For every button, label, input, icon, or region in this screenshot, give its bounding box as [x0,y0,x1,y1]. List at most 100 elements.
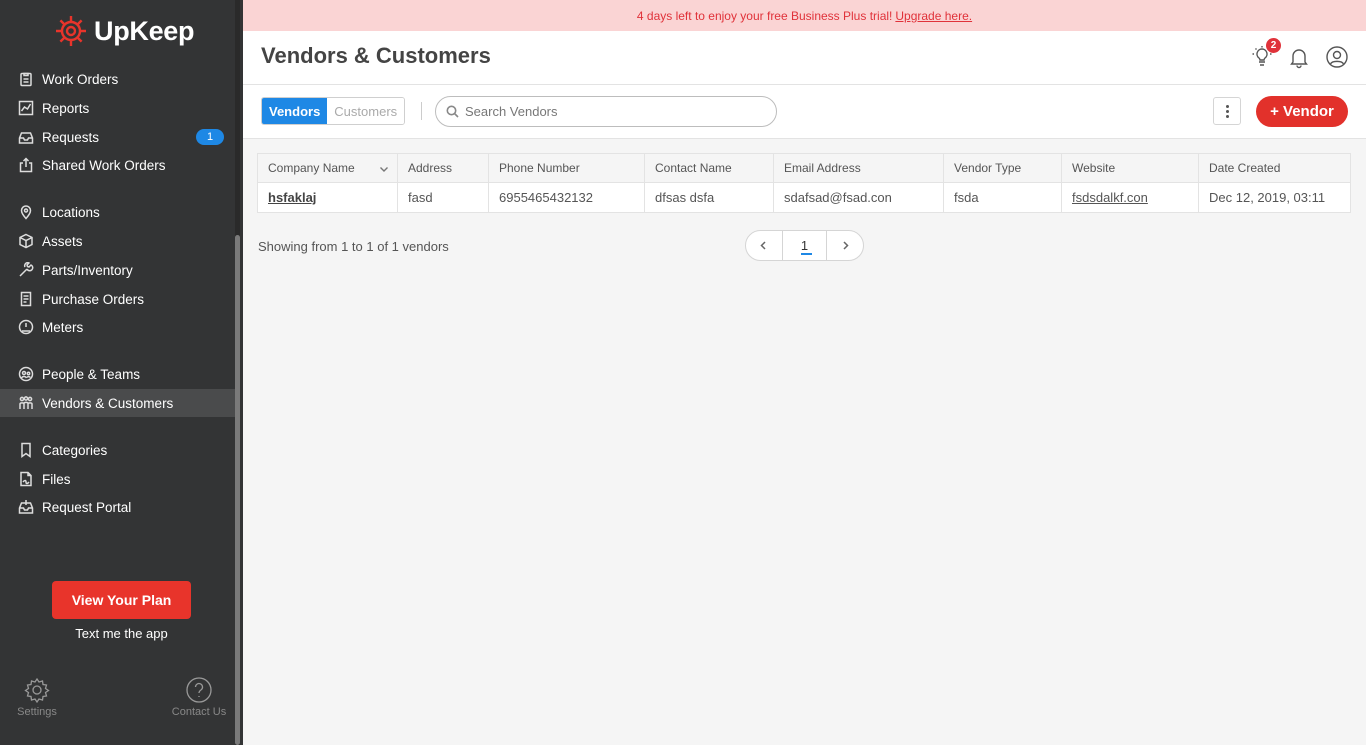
sidebar-item-locations[interactable]: Locations [0,198,240,226]
location-pin-icon [17,203,35,221]
tab-customers[interactable]: Customers [327,98,405,124]
column-header-email-address[interactable]: Email Address [774,154,944,182]
sidebar-item-label: Assets [42,233,83,249]
more-options-button[interactable] [1213,97,1241,125]
column-header-date-created[interactable]: Date Created [1199,154,1350,182]
logo-text: UpKeep [94,15,195,46]
page-header: Vendors & Customers 2 [243,31,1366,85]
tab-vendors[interactable]: Vendors [262,98,328,124]
cell-website[interactable]: fsdsdalkf.con [1062,183,1199,212]
sidebar-item-meters[interactable]: Meters [0,313,240,341]
share-icon [17,156,35,174]
cube-icon [17,232,35,250]
kebab-dot [1225,109,1229,113]
sidebar-item-purchase-orders[interactable]: Purchase Orders [0,285,240,313]
sidebar-item-request-portal[interactable]: Request Portal [0,493,240,521]
sidebar-item-reports[interactable]: Reports [0,94,240,122]
contact-us-button[interactable]: Contact Us [169,676,229,718]
sidebar-scrollbar[interactable] [235,0,240,745]
sidebar: UpKeep Work Orders Reports Requests 1 Sh… [0,0,243,745]
sidebar-item-people-teams[interactable]: People & Teams [0,360,240,388]
search-icon [446,105,459,118]
view-plan-button[interactable]: View Your Plan [52,581,191,619]
vendor-customer-toggle: Vendors Customers [261,97,406,125]
document-icon [17,290,35,308]
chart-icon [17,99,35,117]
sidebar-item-label: Vendors & Customers [42,395,174,411]
chevron-right-icon [843,241,849,250]
sidebar-item-label: Purchase Orders [42,291,145,307]
pagination: 1 [745,230,864,261]
cell-vendor-type: fsda [944,183,1062,212]
column-header-vendor-type[interactable]: Vendor Type [944,154,1062,182]
cell-date-created: Dec 12, 2019, 03:11 [1209,190,1326,205]
notifications-button[interactable] [1287,45,1311,69]
sidebar-item-label: Requests [42,129,100,145]
help-icon [186,677,212,703]
wrench-icon [17,261,35,279]
upgrade-link[interactable]: Upgrade here. [895,9,972,23]
cell-contact-name: dfsas dsfa [645,183,774,212]
requests-count-badge: 1 [196,129,224,145]
vendors-table: Company Name Address Phone Number Contac… [257,153,1351,213]
sidebar-item-label: Parts/Inventory [42,262,133,278]
notification-count-badge: 2 [1266,38,1281,53]
sidebar-item-label: Locations [42,204,100,220]
sidebar-item-vendors-customers[interactable]: Vendors & Customers [0,389,240,417]
people-icon [17,365,35,383]
settings-label: Settings [17,706,57,718]
sidebar-item-label: Meters [42,319,84,335]
sidebar-item-label: Categories [42,442,108,458]
column-header-contact-name[interactable]: Contact Name [645,154,774,182]
gear-logo-icon [56,16,86,46]
page-number[interactable]: 1 [781,231,828,260]
sidebar-item-label: People & Teams [42,366,141,382]
toolbar: Vendors Customers + Vendor [243,85,1366,139]
clipboard-icon [17,70,35,88]
sidebar-item-categories[interactable]: Categories [0,436,240,464]
column-header-address[interactable]: Address [398,154,489,182]
sidebar-item-files[interactable]: Files [0,465,240,493]
column-label: Company Name [268,161,355,175]
search-box[interactable] [435,96,777,127]
page-title: Vendors & Customers [261,43,491,68]
sidebar-item-parts-inventory[interactable]: Parts/Inventory [0,256,240,284]
sidebar-item-label: Reports [42,100,90,116]
contact-label: Contact Us [171,706,227,718]
chevron-down-icon [379,163,389,173]
sidebar-item-label: Files [42,471,71,487]
gear-icon [24,677,50,704]
text-me-app-link[interactable]: Text me the app [52,626,191,641]
upkeep-logo[interactable]: UpKeep [54,14,195,48]
trial-banner-text: 4 days left to enjoy your free Business … [636,8,893,23]
column-header-phone-number[interactable]: Phone Number [489,154,645,182]
inbox-icon [17,128,35,146]
profile-button[interactable] [1325,45,1349,69]
divider [421,102,422,120]
column-header-website[interactable]: Website [1062,154,1199,182]
user-avatar-icon [1326,46,1348,68]
kebab-dot [1225,104,1229,108]
cell-email-address: sdafsad@fsad.con [774,183,944,212]
chevron-left-icon [760,241,766,250]
next-page-button[interactable] [827,231,863,260]
bell-icon [1290,49,1308,69]
cell-address: fasd [398,183,489,212]
sidebar-item-assets[interactable]: Assets [0,227,240,255]
cell-company-name[interactable]: hsfaklaj [258,183,398,212]
bookmark-icon [17,441,35,459]
vendors-icon [17,394,35,412]
table-row[interactable]: hsfaklaj fasd 6955465432132 dfsas dsfa s… [258,183,1350,212]
portal-icon [17,498,35,516]
column-header-company-name[interactable]: Company Name [258,154,398,182]
previous-page-button[interactable] [746,231,782,260]
search-input[interactable] [465,104,755,119]
kebab-dot [1225,114,1229,118]
sidebar-item-work-orders[interactable]: Work Orders [0,65,240,93]
add-vendor-button[interactable]: + Vendor [1256,96,1348,127]
sidebar-item-requests[interactable]: Requests 1 [0,123,240,151]
sidebar-item-label: Work Orders [42,71,119,87]
settings-button[interactable]: Settings [7,676,67,718]
sidebar-item-label: Request Portal [42,499,132,515]
sidebar-item-shared-work-orders[interactable]: Shared Work Orders [0,151,240,179]
